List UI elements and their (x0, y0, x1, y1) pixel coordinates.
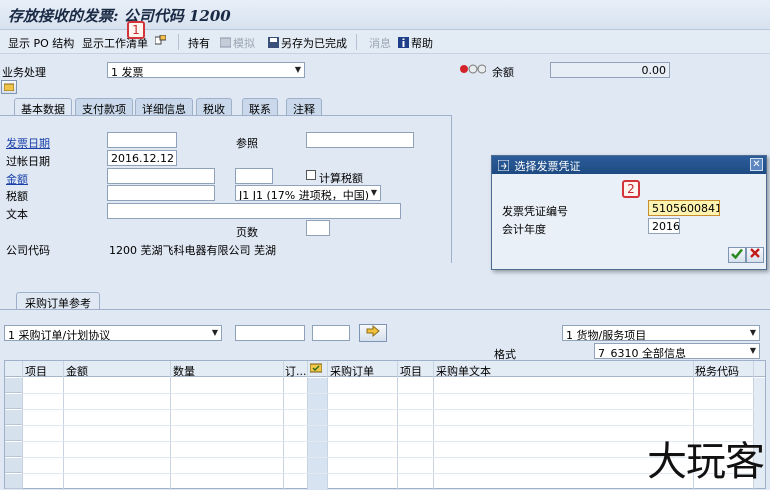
tab-tax[interactable]: 税收 (196, 98, 232, 116)
document-overview-icon[interactable] (155, 35, 168, 48)
window-titlebar: 存放接收的发票: 公司代码 1200 (0, 0, 770, 30)
annotation-badge-1: 1 (127, 21, 145, 39)
col-header-po-item[interactable]: 项目 (400, 363, 422, 379)
page-label: 页数 (236, 226, 258, 239)
company-code-label: 公司代码 (6, 244, 50, 257)
posting-date-input[interactable]: 2016.12.12 (107, 150, 177, 166)
hold-button[interactable]: 持有 (188, 35, 210, 51)
layout-select[interactable]: 7_6310 全部信息 (594, 343, 760, 359)
application-toolbar: 显示 PO 结构 显示工作清单 持有 模拟 另存为已完成 消息 帮助 (0, 30, 770, 54)
row-selector[interactable] (5, 474, 22, 489)
text-input[interactable] (107, 203, 401, 219)
tax-input[interactable] (107, 185, 215, 201)
page-input[interactable] (306, 220, 330, 236)
tax-label: 税额 (6, 190, 28, 203)
invoice-date-label: 发票日期 (6, 137, 50, 150)
section-divider (0, 309, 770, 310)
folder-icon[interactable] (1, 80, 17, 94)
ref-type-value: 1 采购订单/计划协议 (8, 329, 111, 341)
transaction-value: 1 发票 (111, 66, 144, 78)
text-label: 文本 (6, 208, 28, 221)
select-invoice-dialog: 选择发票凭证 ✕ 发票凭证编号 5105600841 会计年度 2016 (491, 155, 767, 270)
tab-contact[interactable]: 联系 (242, 98, 278, 116)
currency-input[interactable] (235, 168, 273, 184)
balance-label: 余额 (492, 66, 514, 79)
tax-code-select[interactable]: J1 J1 (17% 进项税，中国) (235, 185, 381, 201)
col-header-order-unit[interactable]: 订... (285, 363, 307, 379)
tax-code-value: J1 J1 (17% 进项税，中国) (239, 189, 370, 201)
dialog-header: 选择发票凭证 ✕ (492, 156, 766, 174)
balance-field: 0.00 (550, 62, 670, 78)
annotation-badge-2: 2 (622, 180, 640, 198)
tab-po-reference[interactable]: 采购订单参考 (16, 292, 100, 310)
col-header-po-text[interactable]: 采购单文本 (436, 363, 491, 379)
tab-basic-data[interactable]: 基本数据 (14, 98, 72, 116)
doc-number-label: 发票凭证编号 (502, 205, 568, 218)
simulate-label: 模拟 (233, 37, 255, 50)
arrow-right-icon[interactable] (359, 324, 387, 342)
po-item-input[interactable] (312, 325, 350, 341)
row-selector[interactable] (5, 458, 22, 473)
posting-date-label: 过帐日期 (6, 155, 50, 168)
help-label: 帮助 (411, 37, 433, 50)
watermark-logo: 大玩客 (647, 439, 765, 485)
col-header-quantity[interactable]: 数量 (173, 363, 195, 379)
row-selector[interactable] (5, 442, 22, 457)
col-header-po[interactable]: 采购订单 (330, 363, 374, 379)
doc-number-input[interactable]: 5105600841 (648, 200, 720, 216)
col-header-tax-code[interactable]: 税务代码 (695, 363, 739, 379)
dialog-title: 选择发票凭证 (514, 160, 581, 173)
item-type-select[interactable]: 1 货物/服务项目 (562, 325, 760, 341)
row-selector[interactable] (5, 426, 22, 441)
company-code-value: 1200 芜湖飞科电器有限公司 芜湖 (109, 244, 276, 257)
reference-input[interactable] (306, 132, 414, 148)
confirm-check-icon[interactable] (728, 247, 746, 263)
status-lights-icon (460, 64, 487, 77)
messages-button[interactable]: 消息 (369, 35, 391, 51)
save-as-complete-label: 另存为已完成 (281, 37, 347, 50)
po-number-input[interactable] (235, 325, 305, 341)
save-as-complete-button[interactable]: 另存为已完成 (268, 35, 347, 51)
transaction-select[interactable]: 1 发票 (107, 62, 305, 78)
col-header-flag-icon[interactable] (309, 363, 323, 376)
row-selector[interactable] (5, 378, 22, 393)
col-header-amount[interactable]: 金额 (66, 363, 88, 379)
help-button[interactable]: 帮助 (398, 35, 433, 51)
tab-notes[interactable]: 注释 (286, 98, 322, 116)
calc-tax-label: 计算税额 (319, 172, 363, 185)
balance-value: 0.00 (641, 64, 667, 77)
invoice-date-input[interactable] (107, 132, 177, 148)
close-icon[interactable]: ✕ (750, 158, 763, 171)
amount-label: 金额 (6, 173, 28, 186)
ref-type-select[interactable]: 1 采购订单/计划协议 (4, 325, 222, 341)
simulate-button[interactable]: 模拟 (220, 35, 255, 51)
layout-value: 7_6310 全部信息 (598, 347, 686, 359)
dialog-icon (498, 160, 509, 171)
cancel-x-icon[interactable] (746, 247, 764, 263)
fiscal-year-label: 会计年度 (502, 223, 546, 236)
tab-payment[interactable]: 支付款项 (75, 98, 133, 116)
fiscal-year-input[interactable]: 2016 (648, 218, 680, 234)
table-header (5, 361, 765, 377)
row-selector[interactable] (5, 410, 22, 425)
col-header-item[interactable]: 项目 (25, 363, 47, 379)
window-title: 存放接收的发票: 公司代码 1200 (8, 7, 231, 25)
amount-input[interactable] (107, 168, 215, 184)
row-selector[interactable] (5, 394, 22, 409)
calc-tax-checkbox[interactable] (306, 170, 316, 180)
transaction-label: 业务处理 (2, 66, 46, 79)
reference-label: 参照 (236, 137, 258, 150)
item-type-value: 1 货物/服务项目 (566, 329, 647, 341)
tab-details[interactable]: 详细信息 (135, 98, 193, 116)
show-po-structure-button[interactable]: 显示 PO 结构 (8, 35, 74, 51)
